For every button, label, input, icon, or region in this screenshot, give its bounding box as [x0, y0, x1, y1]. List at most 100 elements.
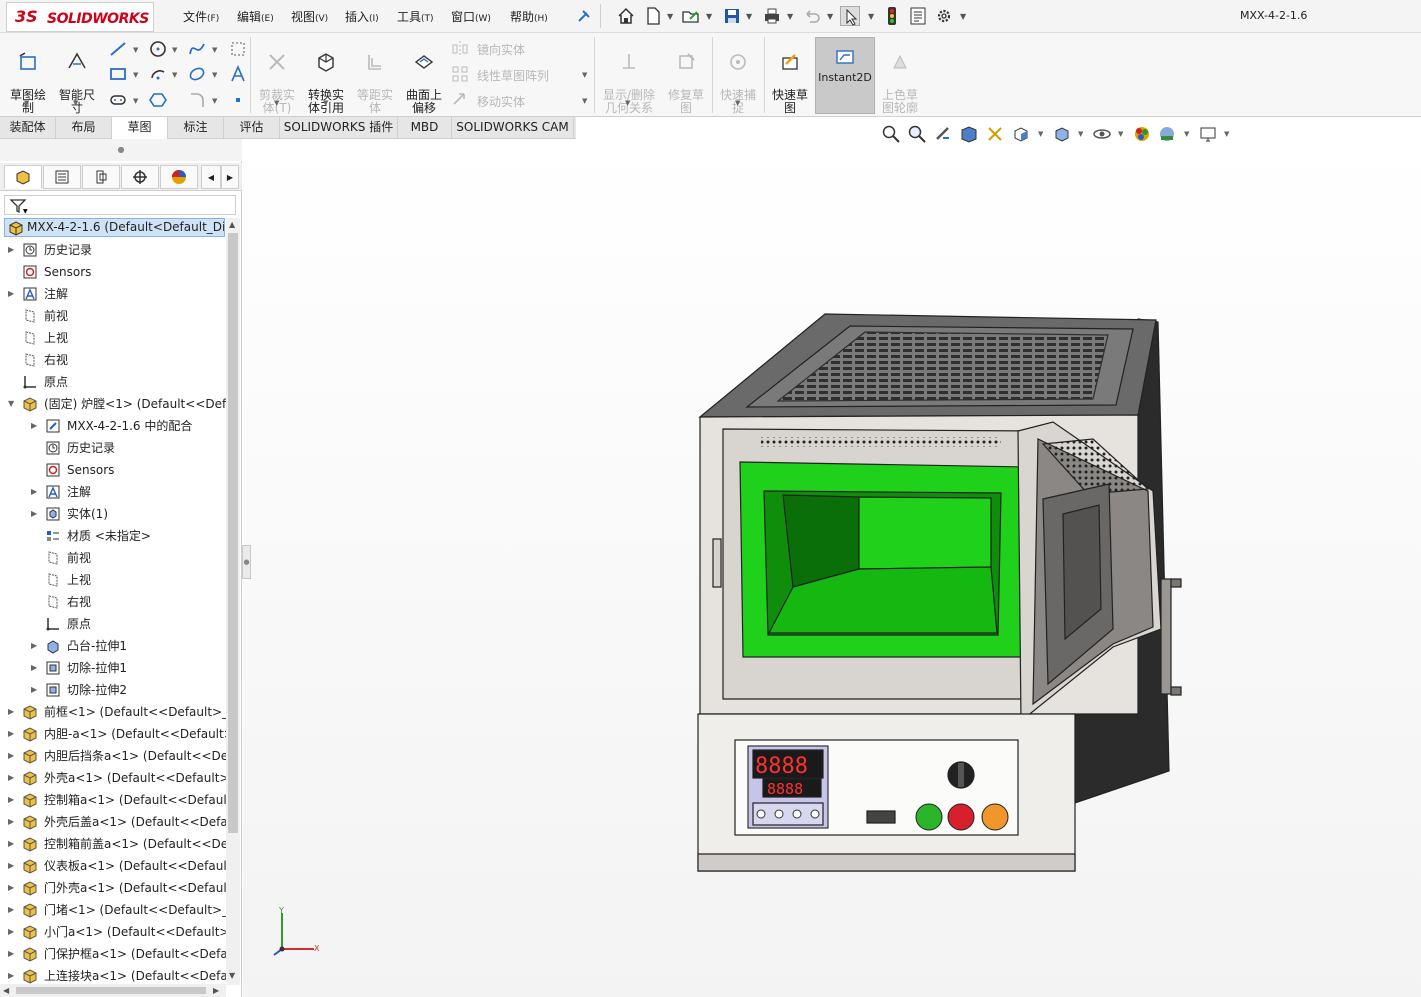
- slot-icon[interactable]: [108, 90, 130, 112]
- chevron-down-icon[interactable]: ▼: [323, 99, 328, 107]
- tab-feature-manager[interactable]: [4, 165, 42, 189]
- tree-item[interactable]: ▶ 外壳后盖a<1> (Default<<Defa: [8, 811, 226, 833]
- chevron-down-icon[interactable]: ▼: [582, 97, 587, 105]
- expand-right-icon[interactable]: ▶: [8, 899, 14, 921]
- menu-view[interactable]: 视图(V): [291, 8, 328, 25]
- scroll-down-icon[interactable]: ▼: [229, 971, 235, 980]
- green-button[interactable]: [915, 803, 943, 831]
- chevron-down-icon[interactable]: ▼: [24, 99, 29, 107]
- tree-item[interactable]: ▶ MXX-4-2-1.6 中的配合: [31, 415, 226, 437]
- tab-solidworks-addins[interactable]: SOLIDWORKS 插件: [280, 117, 398, 139]
- home-icon[interactable]: [616, 6, 636, 26]
- chevron-down-icon[interactable]: ▼: [1038, 130, 1043, 138]
- chevron-down-icon[interactable]: ▼: [787, 12, 793, 21]
- circle-icon[interactable]: [148, 39, 170, 61]
- chevron-down-icon[interactable]: ▼: [133, 46, 138, 54]
- expand-right-icon[interactable]: ▶: [8, 833, 14, 855]
- rebuild-traffic-light-icon[interactable]: [882, 6, 902, 26]
- tree-item[interactable]: ▶ 控制箱a<1> (Default<<Default: [8, 789, 226, 811]
- select-cursor-icon[interactable]: [840, 6, 860, 26]
- mirror-icon[interactable]: [450, 39, 472, 61]
- expand-right-icon[interactable]: ▶: [8, 789, 14, 811]
- menu-window[interactable]: 窗口(W): [451, 8, 491, 25]
- tree-item[interactable]: ▶ 切除-拉伸1: [31, 657, 226, 679]
- file-properties-icon[interactable]: [908, 6, 928, 26]
- construction-rectangle-icon[interactable]: [228, 39, 250, 61]
- expand-right-icon[interactable]: ▶: [8, 745, 14, 767]
- spline-icon[interactable]: [187, 39, 209, 61]
- menu-file[interactable]: 文件(F): [183, 8, 219, 25]
- feature-filter-input[interactable]: ▼: [4, 195, 236, 215]
- chevron-down-icon[interactable]: ▼: [133, 97, 138, 105]
- chevron-down-icon[interactable]: ▼: [735, 99, 740, 107]
- panel-collapse-handle[interactable]: ●: [242, 545, 251, 579]
- menu-insert[interactable]: 插入(I): [345, 8, 379, 25]
- scroll-left-icon[interactable]: ◀: [3, 986, 9, 995]
- view-orientation-icon[interactable]: [1011, 124, 1031, 144]
- chevron-down-icon[interactable]: ▼: [582, 71, 587, 79]
- tree-horizontal-scroll-thumb[interactable]: [16, 987, 206, 994]
- display-style-icon[interactable]: [1052, 124, 1072, 144]
- tab-assembly[interactable]: 装配体: [0, 117, 56, 139]
- expand-right-icon[interactable]: ▶: [8, 283, 14, 305]
- chevron-down-icon[interactable]: ▼: [274, 99, 279, 107]
- tree-item[interactable]: 原点: [31, 613, 226, 635]
- panel-drag-handle[interactable]: ●: [0, 139, 242, 161]
- tree-item[interactable]: Sensors: [8, 261, 226, 283]
- tree-item[interactable]: ▶ 控制箱前盖a<1> (Default<<De: [8, 833, 226, 855]
- expand-right-icon[interactable]: ▶: [8, 723, 14, 745]
- tree-item[interactable]: ▶ 上连接块a<1> (Default<<Defa: [8, 965, 226, 985]
- tree-item[interactable]: ▶ 前框<1> (Default<<Default>_P: [8, 701, 226, 723]
- options-gear-icon[interactable]: [934, 6, 954, 26]
- new-document-icon[interactable]: [643, 6, 663, 26]
- chevron-down-icon[interactable]: ▼: [827, 12, 833, 21]
- tree-item[interactable]: ▼ (固定) 炉膛<1> (Default<<Defa: [8, 393, 226, 415]
- move-entities-label[interactable]: 移动实体: [477, 93, 525, 110]
- section-view-icon[interactable]: [959, 124, 979, 144]
- tree-item[interactable]: ▶ 实体(1): [31, 503, 226, 525]
- tree-item[interactable]: ▶ 门保护框a<1> (Default<<Defa: [8, 943, 226, 965]
- tree-item[interactable]: ▶ 门堵<1> (Default<<Default>_P: [8, 899, 226, 921]
- furnace-model[interactable]: 8888 8888: [243, 139, 1421, 997]
- tree-item[interactable]: ▶ 注解: [8, 283, 226, 305]
- expand-right-icon[interactable]: ▶: [31, 503, 37, 525]
- expand-right-icon[interactable]: ▶: [8, 965, 14, 985]
- scroll-up-icon[interactable]: ▲: [229, 220, 235, 229]
- tab-dimxpert-manager[interactable]: [121, 165, 159, 189]
- chevron-down-icon[interactable]: ▼: [172, 46, 177, 54]
- chevron-down-icon[interactable]: ▼: [868, 12, 874, 21]
- fillet-icon[interactable]: [187, 90, 209, 112]
- line-icon[interactable]: [108, 39, 130, 61]
- tab-scroll-left[interactable]: ◀: [201, 165, 221, 189]
- linear-pattern-label[interactable]: 线性草图阵列: [477, 67, 549, 84]
- tree-item[interactable]: 前视: [31, 547, 226, 569]
- tree-item[interactable]: 右视: [8, 349, 226, 371]
- tab-display-manager[interactable]: [160, 165, 198, 189]
- chevron-down-icon[interactable]: ▼: [133, 71, 138, 79]
- expand-right-icon[interactable]: ▶: [8, 767, 14, 789]
- repair-sketch-button[interactable]: 修复草 图: [664, 37, 708, 115]
- menu-help[interactable]: 帮助(H): [510, 8, 548, 25]
- tree-item[interactable]: 右视: [31, 591, 226, 613]
- chevron-down-icon[interactable]: ▼: [1184, 130, 1189, 138]
- red-button[interactable]: [947, 803, 975, 831]
- chevron-down-icon[interactable]: ▼: [625, 99, 630, 107]
- tree-item[interactable]: ▶ 小门a<1> (Default<<Default>_: [8, 921, 226, 943]
- instant2d-button[interactable]: Instant2D: [815, 37, 875, 114]
- expand-right-icon[interactable]: ▶: [31, 657, 37, 679]
- tab-solidworks-cam[interactable]: SOLIDWORKS CAM: [452, 117, 574, 139]
- expand-right-icon[interactable]: ▶: [8, 855, 14, 877]
- edit-appearance-icon[interactable]: [1132, 124, 1152, 144]
- expand-right-icon[interactable]: ▶: [31, 635, 37, 657]
- save-icon[interactable]: [722, 6, 742, 26]
- mirror-entities-label[interactable]: 镜向实体: [477, 41, 525, 58]
- tab-scroll-right[interactable]: ▶: [221, 165, 239, 189]
- tree-vertical-scroll-thumb[interactable]: [228, 233, 238, 833]
- tree-item[interactable]: ▶ 凸台-拉伸1: [31, 635, 226, 657]
- chevron-down-icon[interactable]: ▼: [706, 12, 712, 21]
- expand-right-icon[interactable]: ▶: [8, 701, 14, 723]
- tree-item[interactable]: 上视: [8, 327, 226, 349]
- chevron-down-icon[interactable]: ▼: [1078, 130, 1083, 138]
- point-icon[interactable]: [228, 90, 250, 112]
- previous-view-icon[interactable]: [933, 124, 953, 144]
